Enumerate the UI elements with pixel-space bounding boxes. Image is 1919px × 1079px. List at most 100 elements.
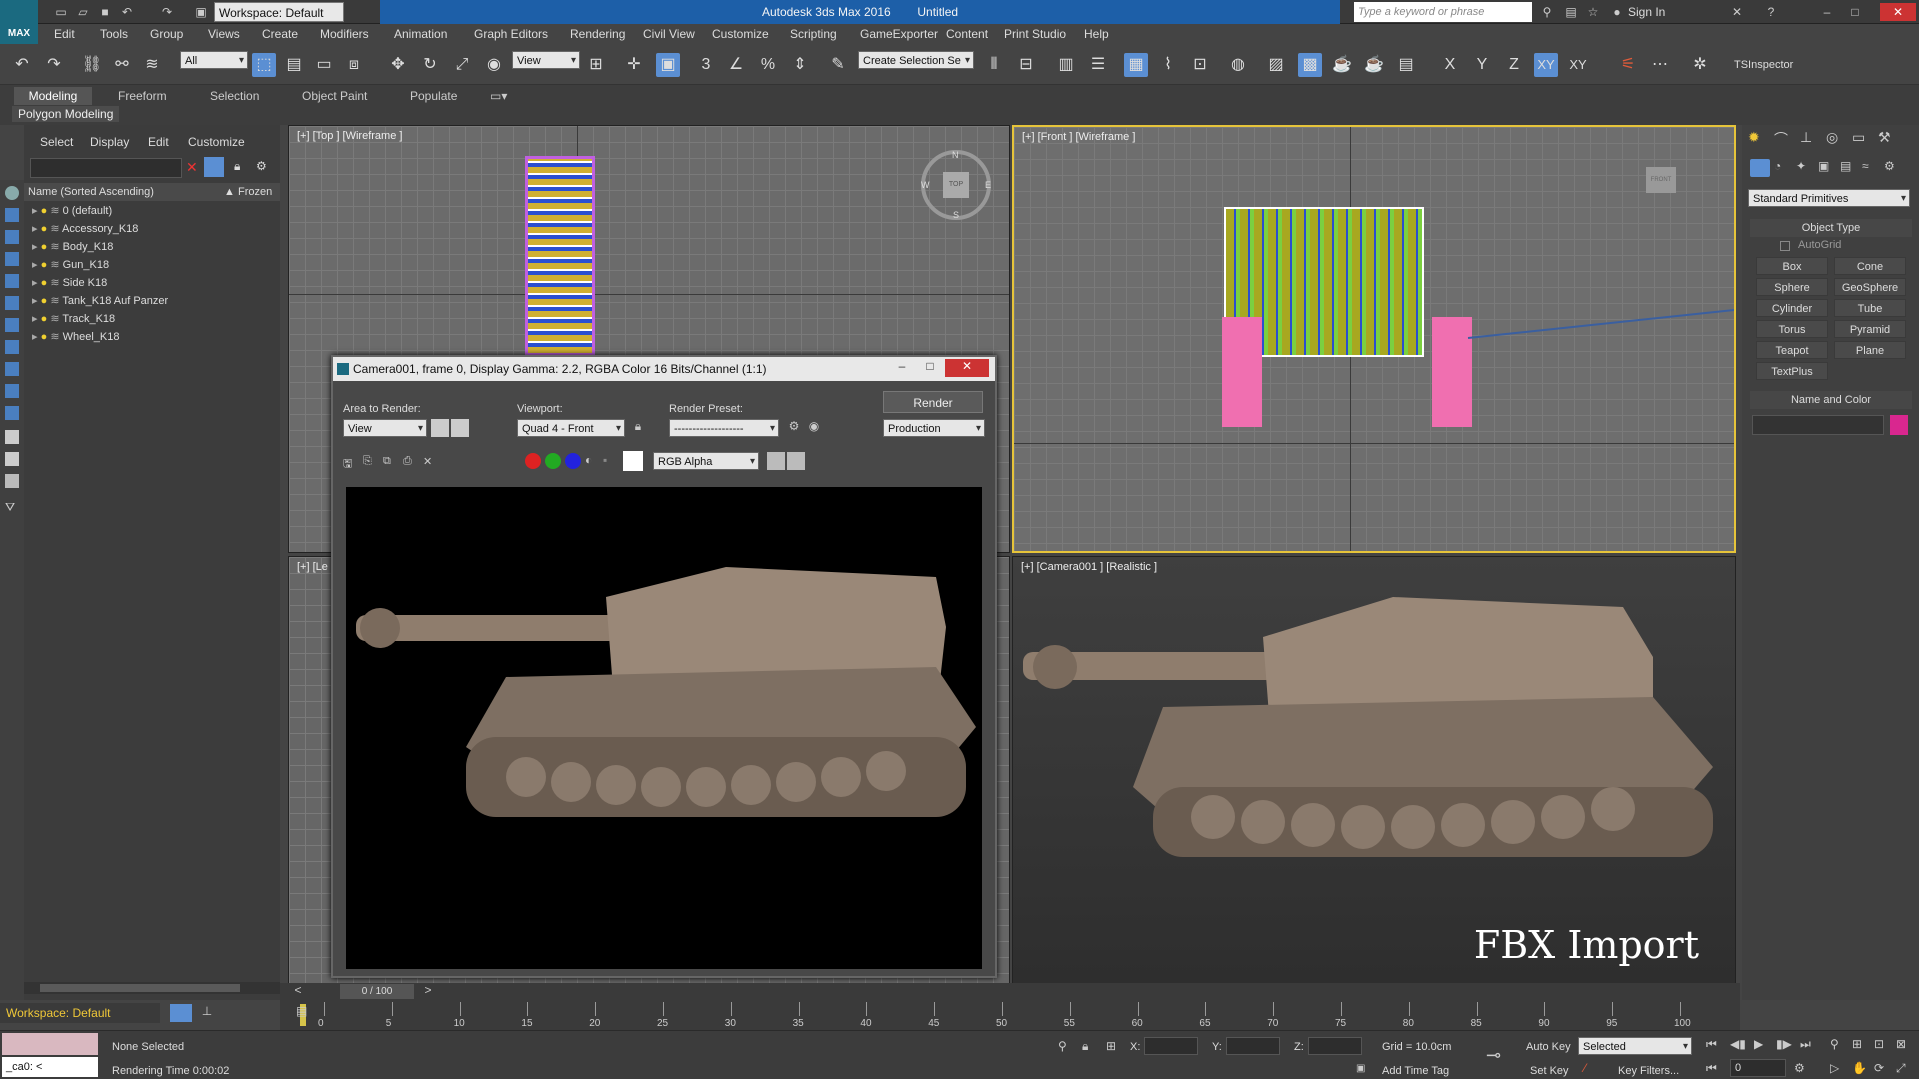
layer-row[interactable]: ▸ ● ≋ Body_K18	[24, 238, 280, 256]
se-menu-edit[interactable]: Edit	[148, 135, 169, 149]
axis-xy-alt[interactable]: XY	[1566, 53, 1590, 77]
link-icon[interactable]: ⛓	[80, 53, 104, 77]
key-mode-icon[interactable]: ⏮	[1706, 1061, 1717, 1076]
isolate-icon[interactable]: ⚲	[1058, 1039, 1067, 1053]
maximize-icon[interactable]: □	[1846, 3, 1864, 21]
prev-key-icon[interactable]: ◀▮	[1730, 1037, 1746, 1051]
toggle-ui-icon[interactable]	[787, 452, 805, 470]
menu-print-studio[interactable]: Print Studio	[1004, 27, 1066, 41]
clear-search-icon[interactable]: ✕	[186, 159, 198, 176]
viewport-camera[interactable]: [+] [Camera001 ] [Realistic ] FBX Import	[1012, 556, 1736, 984]
hierarchy-mode-icon[interactable]: ⊥	[196, 1004, 218, 1022]
scale-icon[interactable]: ⤢	[450, 53, 474, 77]
rw-maximize-icon[interactable]: □	[917, 359, 943, 377]
save-image-icon[interactable]: 🖫︎	[343, 455, 352, 474]
menu-group[interactable]: Group	[150, 27, 183, 41]
schematic-view-icon[interactable]: ⊡	[1188, 53, 1212, 77]
viewport-dropdown[interactable]: Quad 4 - Front	[517, 419, 625, 438]
workspace-selector[interactable]: Workspace: Default	[0, 1003, 160, 1023]
scene-explorer-icon[interactable]: ▦	[1124, 53, 1148, 77]
select-object-icon[interactable]: ⬚	[252, 53, 276, 77]
render-button[interactable]: Render	[883, 391, 983, 413]
binoculars-icon[interactable]: ⚲	[1538, 3, 1556, 21]
filter-icon[interactable]: ⛛	[5, 500, 19, 514]
geosphere-button[interactable]: GeoSphere	[1834, 278, 1906, 296]
render-setup-icon[interactable]: ⚙	[785, 419, 803, 437]
zoom-extents-all-icon[interactable]: ⊠	[1896, 1037, 1906, 1051]
maxscript-listener[interactable]	[2, 1033, 98, 1055]
add-time-tag[interactable]: Add Time Tag	[1382, 1065, 1449, 1077]
viewcube-face[interactable]: FRONT	[1646, 167, 1676, 193]
zoom-extents-icon[interactable]: ⊡	[1874, 1037, 1884, 1051]
viewport-label[interactable]: [+] [Top ] [Wireframe ]	[297, 130, 402, 142]
cylinder-button[interactable]: Cylinder	[1756, 299, 1828, 317]
layer-row[interactable]: ▸ ● ≋ Tank_K18 Auf Panzer	[24, 292, 280, 310]
utilities-tab-icon[interactable]: ⚒	[1878, 129, 1891, 146]
exchange-icon[interactable]: ✕	[1728, 3, 1746, 21]
viewcube-compass[interactable]: TOP N W E S	[921, 150, 991, 220]
selection-filter-dropdown[interactable]: All	[180, 51, 248, 70]
mono-icon[interactable]: ▪	[603, 453, 619, 469]
time-tag-icon[interactable]: ▣	[1356, 1063, 1365, 1074]
maximize-viewport-icon[interactable]: ⤢	[1896, 1061, 1906, 1076]
object-type-rollout[interactable]: Object Type	[1750, 219, 1912, 237]
pyramid-button[interactable]: Pyramid	[1834, 320, 1906, 338]
lock-viewport-icon[interactable]: 🔒︎	[629, 419, 647, 437]
green-channel-icon[interactable]	[545, 453, 561, 469]
z-coordinate-field[interactable]	[1308, 1037, 1362, 1055]
menu-create[interactable]: Create	[262, 27, 298, 41]
layer-row[interactable]: ▸ ● ≋ Accessory_K18	[24, 220, 280, 238]
bind-spacewarp-icon[interactable]: ≋	[140, 53, 164, 77]
menu-scripting[interactable]: Scripting	[790, 27, 837, 41]
field-of-view-icon[interactable]: ▷	[1830, 1061, 1839, 1075]
project-folder-icon[interactable]: ▣	[192, 3, 210, 21]
polygon-modeling-panel[interactable]: Polygon Modeling	[12, 106, 120, 122]
spinner-snap-icon[interactable]: ⇕	[788, 53, 812, 77]
undo-icon[interactable]: ↶	[118, 3, 136, 21]
set-key-button[interactable]: Set Key	[1530, 1065, 1569, 1077]
axis-x[interactable]: X	[1438, 53, 1462, 77]
app-logo[interactable]: MAX	[0, 0, 38, 44]
search-input[interactable]: Type a keyword or phrase	[1354, 2, 1532, 22]
x-coordinate-field[interactable]	[1144, 1037, 1198, 1055]
open-file-icon[interactable]: ▱	[74, 3, 92, 21]
pan-icon[interactable]: ✋	[1852, 1061, 1867, 1075]
scene-search-input[interactable]	[30, 158, 182, 178]
layer-row[interactable]: ▸ ● ≋ Track_K18	[24, 310, 280, 328]
render-output-canvas[interactable]	[346, 487, 982, 969]
layer-mode-icon[interactable]	[170, 1004, 192, 1022]
tab-freeform[interactable]: Freeform	[118, 87, 167, 105]
blue-channel-icon[interactable]	[565, 453, 581, 469]
display-lights-icon[interactable]	[5, 252, 19, 266]
angle-snap-icon[interactable]: ∠	[724, 53, 748, 77]
orbit-icon[interactable]: ⟳	[1874, 1061, 1884, 1075]
axis-z[interactable]: Z	[1502, 53, 1526, 77]
toggle-ui-overlay-icon[interactable]	[767, 452, 785, 470]
current-frame-field[interactable]: 0	[1730, 1059, 1786, 1077]
display-none-icon[interactable]	[5, 186, 19, 200]
rendered-frame-window-icon[interactable]: ▩	[1298, 53, 1322, 77]
channel-dropdown[interactable]: RGB Alpha	[653, 452, 759, 471]
col-frozen[interactable]: Frozen	[238, 183, 272, 201]
copy-image-icon[interactable]: ⎘	[363, 455, 372, 468]
layer-row[interactable]: ▸ ● ≋ Wheel_K18	[24, 328, 280, 346]
sync-selection-icon[interactable]: ⚙	[256, 159, 267, 173]
sparkle-icon[interactable]: ✲	[1688, 53, 1712, 77]
curve-editor-icon[interactable]: ⌇	[1156, 53, 1180, 77]
axis-xy[interactable]: XY	[1534, 53, 1558, 77]
unlink-icon[interactable]: ⚯	[110, 53, 134, 77]
box-button[interactable]: Box	[1756, 257, 1828, 275]
rect-selection-icon[interactable]: ▭	[312, 53, 336, 77]
rw-minimize-icon[interactable]: –	[889, 359, 915, 377]
tab-object-paint[interactable]: Object Paint	[302, 87, 367, 105]
menu-content[interactable]: Content	[946, 27, 988, 41]
help-icon[interactable]: ?	[1762, 3, 1780, 21]
placement-icon[interactable]: ◉	[482, 53, 506, 77]
col-name[interactable]: Name (Sorted Ascending)	[28, 183, 154, 201]
viewport-label[interactable]: [+] [Le	[297, 561, 328, 573]
pivot-center-icon[interactable]: ⊞	[584, 53, 608, 77]
move-icon[interactable]: ✥	[386, 53, 410, 77]
modify-tab-icon[interactable]: ⌒	[1774, 129, 1788, 149]
render-setup-icon[interactable]: ▨	[1264, 53, 1288, 77]
workspace-dropdown[interactable]: Workspace: Default	[214, 2, 344, 22]
